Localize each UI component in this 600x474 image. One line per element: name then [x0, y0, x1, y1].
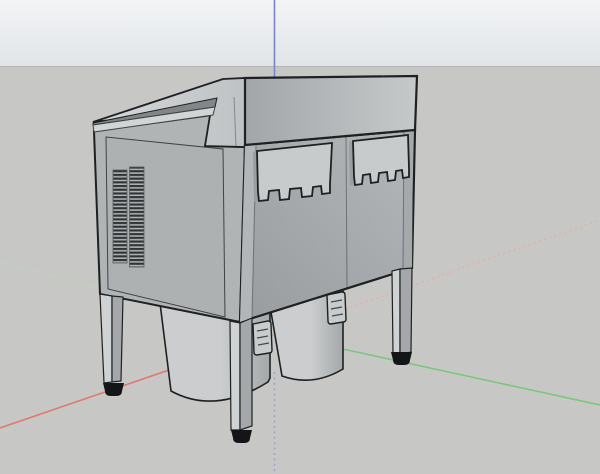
foot-rear-right[interactable] [391, 352, 412, 365]
sky [0, 0, 600, 67]
leg-front-center-light-face[interactable] [229, 320, 241, 431]
3d-model-viewport[interactable] [0, 0, 600, 474]
leg-rear-right-light-face[interactable] [391, 268, 401, 356]
leg-front-left-dark-face[interactable] [111, 295, 124, 383]
leg-front-center-dark-face[interactable] [239, 317, 253, 431]
foot-front-left[interactable] [103, 383, 124, 396]
scene-canvas[interactable] [0, 0, 600, 474]
vent-grille-left-column[interactable] [112, 169, 128, 264]
leg-rear-right-dark-face[interactable] [399, 267, 413, 356]
bucket-left-handle[interactable] [252, 320, 273, 356]
foot-front-center[interactable] [231, 430, 252, 443]
vent-grille-right-column[interactable] [129, 166, 145, 268]
